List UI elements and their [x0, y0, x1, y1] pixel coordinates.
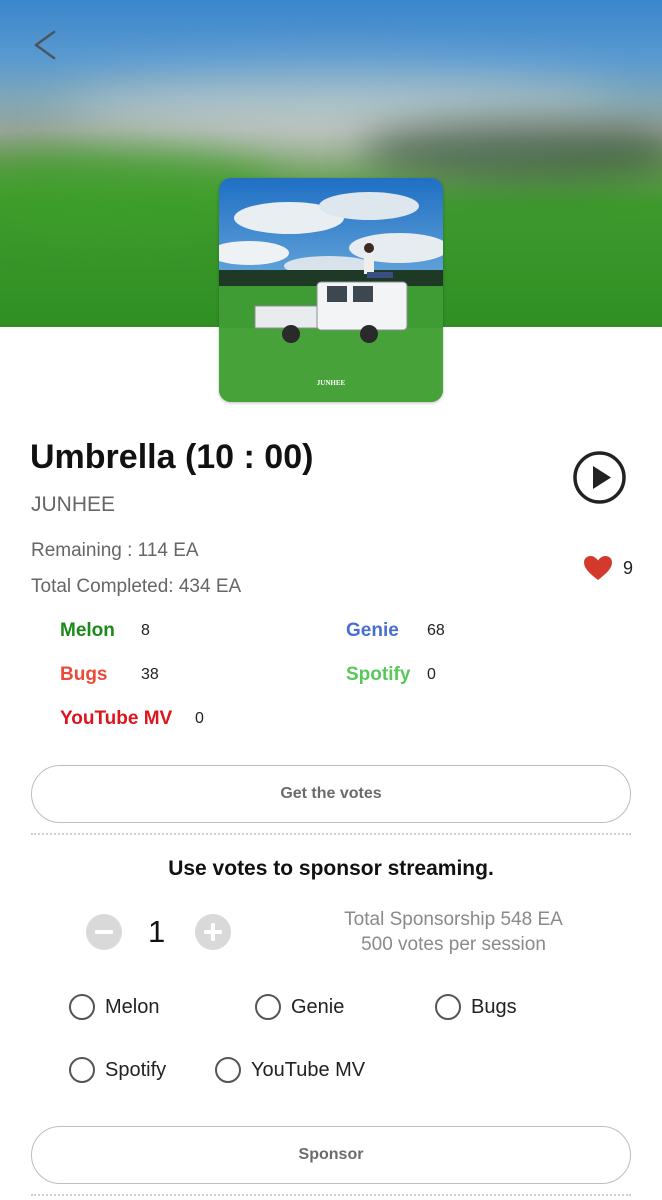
- radio-circle[interactable]: [215, 1057, 241, 1083]
- platform-genie-label: Genie: [346, 620, 399, 641]
- platform-youtube-label: YouTube MV: [60, 708, 173, 729]
- radio-circle[interactable]: [69, 994, 95, 1020]
- radio-label: Genie: [291, 995, 345, 1018]
- radio-label: Spotify: [105, 1058, 167, 1081]
- sponsor-heading: Use votes to sponsor streaming.: [168, 857, 494, 880]
- radio-label: Bugs: [471, 995, 517, 1018]
- divider: [31, 1194, 631, 1196]
- heart-icon: [584, 556, 612, 580]
- song-title: Umbrella (10 : 00): [30, 438, 314, 476]
- divider: [31, 833, 631, 835]
- back-button[interactable]: [28, 26, 68, 66]
- like-count: 9: [623, 557, 634, 578]
- get-votes-button[interactable]: Get the votes: [31, 765, 631, 823]
- platform-melon-count: 8: [141, 622, 150, 639]
- chevron-left-icon: [34, 30, 56, 60]
- radio-label: Melon: [105, 995, 160, 1018]
- sponsor-button[interactable]: Sponsor: [31, 1126, 631, 1184]
- votes-per-session: 500 votes per session: [361, 934, 546, 955]
- svg-text:JUNHEE: JUNHEE: [317, 379, 346, 387]
- radio-circle[interactable]: [69, 1057, 95, 1083]
- minus-icon: [95, 930, 113, 934]
- radio-melon[interactable]: Melon: [69, 994, 159, 1020]
- platform-spotify-label: Spotify: [346, 664, 411, 685]
- like-button[interactable]: 9: [583, 555, 633, 581]
- decrement-button[interactable]: [86, 914, 122, 950]
- play-button[interactable]: [572, 450, 627, 505]
- platform-bugs-label: Bugs: [60, 664, 108, 685]
- total-sponsorship: Total Sponsorship 548 EA: [344, 909, 563, 930]
- radio-circle[interactable]: [255, 994, 281, 1020]
- radio-circle[interactable]: [435, 994, 461, 1020]
- plus-icon: [204, 923, 222, 941]
- platform-melon-label: Melon: [60, 620, 115, 641]
- platform-spotify-count: 0: [427, 666, 436, 683]
- radio-youtube-mv[interactable]: YouTube MV: [215, 1057, 365, 1083]
- increment-button[interactable]: [195, 914, 231, 950]
- artist-name: JUNHEE: [31, 493, 116, 516]
- platform-youtube-count: 0: [195, 710, 204, 727]
- radio-label: YouTube MV: [251, 1058, 366, 1081]
- radio-bugs[interactable]: Bugs: [435, 994, 517, 1020]
- album-cover: JUNHEE: [219, 178, 443, 402]
- platform-bugs-count: 38: [141, 666, 159, 683]
- remaining-count: Remaining : 114 EA: [31, 540, 199, 561]
- radio-genie[interactable]: Genie: [255, 994, 344, 1020]
- play-icon: [573, 451, 626, 504]
- platform-genie-count: 68: [427, 622, 445, 639]
- total-completed: Total Completed: 434 EA: [31, 576, 242, 597]
- quantity-value: 1: [148, 914, 166, 949]
- radio-spotify[interactable]: Spotify: [69, 1057, 166, 1083]
